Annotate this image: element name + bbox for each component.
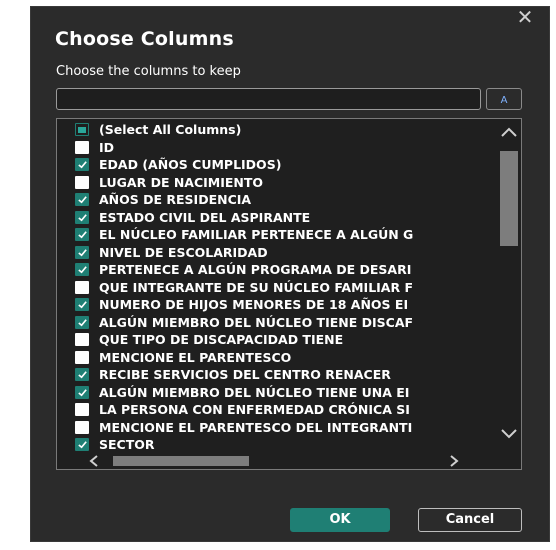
close-icon[interactable]: ✕ <box>511 6 539 34</box>
column-item[interactable]: ALGÚN MIEMBRO DEL NÚCLEO TIENE DISCAF <box>57 314 497 332</box>
checked-checkbox-icon[interactable] <box>75 158 89 172</box>
column-label: EDAD (AÑOS CUMPLIDOS) <box>99 157 282 173</box>
column-item[interactable]: RECIBE SERVICIOS DEL CENTRO RENACER <box>57 366 497 384</box>
unchecked-checkbox-icon[interactable] <box>75 140 89 154</box>
column-label: (Select All Columns) <box>99 122 242 138</box>
column-label: LA PERSONA CON ENFERMEDAD CRÓNICA SI <box>99 402 410 418</box>
column-item[interactable]: SECTOR <box>57 436 497 454</box>
column-label: MENCIONE EL PARENTESCO DEL INTEGRANTI <box>99 419 413 435</box>
column-list: (Select All Columns) ID EDAD (AÑOS CUMPLID… <box>56 118 522 470</box>
column-item[interactable]: MENCIONE EL PARENTESCO DEL INTEGRANTI <box>57 419 497 437</box>
column-item[interactable]: EL NÚCLEO FAMILIAR PERTENECE A ALGÚN G <box>57 226 497 244</box>
vertical-scrollbar[interactable] <box>496 119 521 451</box>
column-label: RECIBE SERVICIOS DEL CENTRO RENACER <box>99 367 391 383</box>
column-label: ALGÚN MIEMBRO DEL NÚCLEO TIENE DISCAF <box>99 314 414 330</box>
horizontal-scroll-thumb[interactable] <box>113 456 249 466</box>
column-item[interactable]: NUMERO DE HIJOS MENORES DE 18 AÑOS EI <box>57 296 497 314</box>
checked-checkbox-icon[interactable] <box>75 298 89 312</box>
search-input[interactable] <box>56 88 481 110</box>
checked-checkbox-icon[interactable] <box>75 263 89 277</box>
unchecked-checkbox-icon[interactable] <box>75 350 89 364</box>
column-item[interactable]: ESTADO CIVIL DEL ASPIRANTE <box>57 209 497 227</box>
checked-checkbox-icon[interactable] <box>75 193 89 207</box>
column-label: NIVEL DE ESCOLARIDAD <box>99 244 268 260</box>
column-item[interactable]: QUE INTEGRANTE DE SU NÚCLEO FAMILIAR F <box>57 279 497 297</box>
column-label: ESTADO CIVIL DEL ASPIRANTE <box>99 209 311 225</box>
column-label: QUE INTEGRANTE DE SU NÚCLEO FAMILIAR F <box>99 279 413 295</box>
vertical-scroll-thumb[interactable] <box>500 151 518 246</box>
checked-checkbox-icon[interactable] <box>75 385 89 399</box>
unchecked-checkbox-icon[interactable] <box>75 280 89 294</box>
checked-checkbox-icon[interactable] <box>75 315 89 329</box>
column-label: QUE TIPO DE DISCAPACIDAD TIENE <box>99 332 344 348</box>
sort-button[interactable]: A <box>486 88 522 110</box>
column-label: ID <box>99 139 115 155</box>
checked-checkbox-icon[interactable] <box>75 228 89 242</box>
column-label: PERTENECE A ALGÚN PROGRAMA DE DESARI <box>99 262 412 278</box>
cancel-button[interactable]: Cancel <box>418 508 522 532</box>
column-items: (Select All Columns) ID EDAD (AÑOS CUMPLID… <box>57 121 497 454</box>
column-label: LUGAR DE NACIMIENTO <box>99 174 264 190</box>
checked-checkbox-icon[interactable] <box>75 368 89 382</box>
column-item[interactable]: ID <box>57 139 497 157</box>
dialog-title: Choose Columns <box>55 28 234 50</box>
column-item[interactable]: MENCIONE EL PARENTESCO <box>57 349 497 367</box>
column-item[interactable]: LUGAR DE NACIMIENTO <box>57 174 497 192</box>
column-label: EL NÚCLEO FAMILIAR PERTENECE A ALGÚN G <box>99 227 414 243</box>
checked-checkbox-icon[interactable] <box>75 210 89 224</box>
ok-button[interactable]: OK <box>290 508 390 532</box>
select-all-item[interactable]: (Select All Columns) <box>57 121 497 139</box>
column-item[interactable]: QUE TIPO DE DISCAPACIDAD TIENE <box>57 331 497 349</box>
column-item[interactable]: LA PERSONA CON ENFERMEDAD CRÓNICA SI <box>57 401 497 419</box>
unchecked-checkbox-icon[interactable] <box>75 333 89 347</box>
dialog-subtitle: Choose the columns to keep <box>56 64 241 79</box>
scroll-right-icon[interactable] <box>447 454 461 468</box>
checked-checkbox-icon[interactable] <box>75 245 89 259</box>
unchecked-checkbox-icon[interactable] <box>75 420 89 434</box>
column-label: SECTOR <box>99 437 155 453</box>
column-item[interactable]: NIVEL DE ESCOLARIDAD <box>57 244 497 262</box>
column-item[interactable]: ALGÚN MIEMBRO DEL NÚCLEO TIENE UNA EI <box>57 384 497 402</box>
column-item[interactable]: EDAD (AÑOS CUMPLIDOS) <box>57 156 497 174</box>
unchecked-checkbox-icon[interactable] <box>75 403 89 417</box>
scroll-down-icon[interactable] <box>499 427 519 441</box>
scroll-left-icon[interactable] <box>87 454 101 468</box>
column-item[interactable]: PERTENECE A ALGÚN PROGRAMA DE DESARI <box>57 261 497 279</box>
scroll-up-icon[interactable] <box>499 125 519 139</box>
unchecked-checkbox-icon[interactable] <box>75 175 89 189</box>
column-label: ALGÚN MIEMBRO DEL NÚCLEO TIENE UNA EI <box>99 384 410 400</box>
column-item[interactable]: AÑOS DE RESIDENCIA <box>57 191 497 209</box>
column-label: MENCIONE EL PARENTESCO <box>99 349 292 365</box>
sort-az-icon: A <box>500 95 508 106</box>
column-label: AÑOS DE RESIDENCIA <box>99 192 252 208</box>
partial-checkbox-icon[interactable] <box>75 123 89 137</box>
column-label: NUMERO DE HIJOS MENORES DE 18 AÑOS EI <box>99 297 409 313</box>
checked-checkbox-icon[interactable] <box>75 438 89 452</box>
horizontal-scrollbar[interactable] <box>57 453 521 469</box>
